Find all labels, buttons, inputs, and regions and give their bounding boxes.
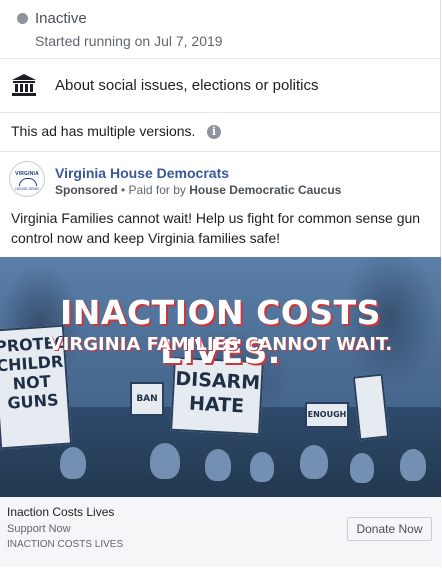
advertiser-avatar[interactable]: VIRGINIA HOUSE DEMS bbox=[9, 161, 45, 197]
ad-body-text: Virginia Families cannot wait! Help us f… bbox=[11, 210, 421, 246]
advertiser-header: VIRGINIA HOUSE DEMS Virginia House Democ… bbox=[0, 152, 441, 206]
info-icon[interactable]: i bbox=[207, 125, 221, 139]
bank-icon bbox=[12, 74, 36, 96]
donate-now-button[interactable]: Donate Now bbox=[347, 517, 432, 541]
link-caption: INACTION COSTS LIVES bbox=[7, 539, 124, 550]
ad-status-row: Inactive Started running on Jul 7, 2019 bbox=[0, 0, 441, 59]
link-description: Support Now bbox=[7, 523, 71, 535]
start-date: Started running on Jul 7, 2019 bbox=[35, 33, 223, 49]
versions-label: This ad has multiple versions. bbox=[11, 123, 196, 139]
crowd-head bbox=[400, 449, 426, 481]
crowd-head bbox=[60, 447, 86, 479]
capitol-icon bbox=[19, 178, 37, 186]
sponsored-label: Sponsored bbox=[55, 183, 118, 197]
avatar-logo-text: VIRGINIA bbox=[15, 171, 39, 177]
link-title: Inaction Costs Lives bbox=[7, 505, 115, 519]
ad-card: Inactive Started running on Jul 7, 2019 … bbox=[0, 0, 441, 567]
advertiser-name-link[interactable]: Virginia House Democrats bbox=[55, 165, 229, 181]
ad-creative-image[interactable]: PROTECT CHILDREN NOT GUNS DISARM HATE BA… bbox=[0, 257, 441, 497]
protest-sign-enough: ENOUGH bbox=[305, 402, 349, 428]
ad-footer[interactable]: Inaction Costs Lives Support Now INACTIO… bbox=[0, 497, 441, 567]
crowd-head bbox=[205, 449, 231, 481]
ad-category-row: About social issues, elections or politi… bbox=[0, 59, 441, 113]
avatar-logo-subtext: HOUSE DEMS bbox=[15, 187, 39, 191]
creative-headline: INACTION COSTS LIVES. bbox=[60, 293, 381, 371]
crowd-head bbox=[150, 443, 180, 479]
paid-for-prefix: • Paid for by bbox=[121, 183, 186, 197]
category-label: About social issues, elections or politi… bbox=[55, 77, 319, 94]
creative-subheadline: VIRGINIA FAMILIES CANNOT WAIT. bbox=[48, 334, 393, 355]
crowd-head bbox=[350, 453, 374, 483]
status-dot-icon bbox=[17, 13, 28, 24]
crowd-head bbox=[250, 452, 274, 482]
status-label: Inactive bbox=[35, 10, 87, 27]
protest-sign-ban: BAN bbox=[130, 382, 164, 416]
payer-name: House Democratic Caucus bbox=[189, 183, 342, 197]
ad-versions-row: This ad has multiple versions. i bbox=[0, 113, 441, 152]
sponsored-line: Sponsored • Paid for by House Democratic… bbox=[55, 183, 341, 197]
crowd-head bbox=[300, 445, 328, 479]
